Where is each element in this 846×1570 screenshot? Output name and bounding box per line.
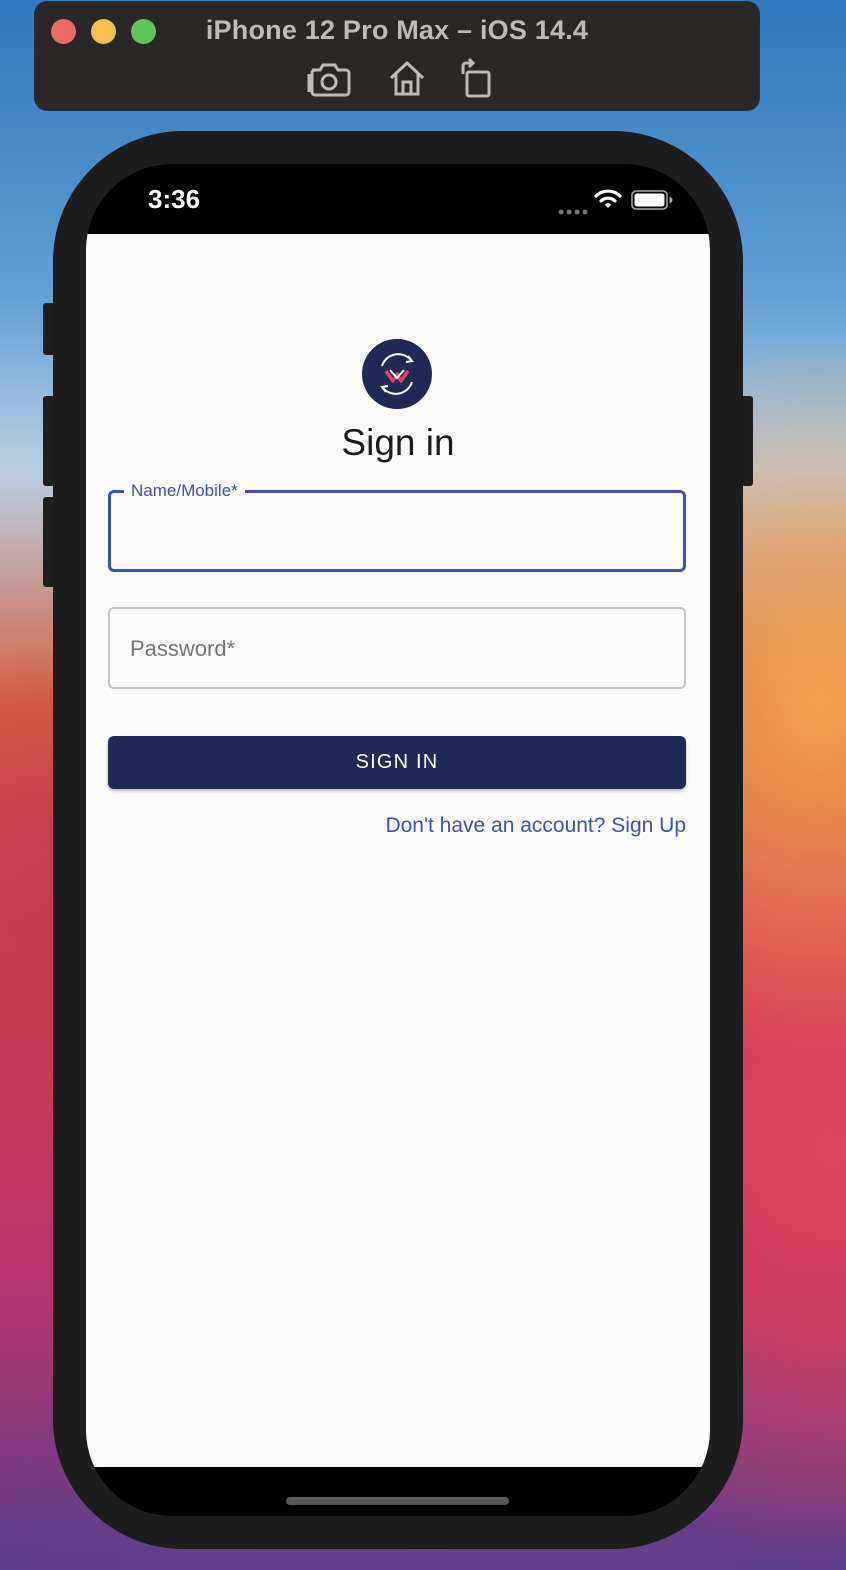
page-title: Sign in [341,422,455,463]
sign-in-button[interactable]: SIGN IN [108,736,686,789]
password-input[interactable] [128,609,672,689]
home-indicator [286,1497,509,1505]
simulator-toolbar: iPhone 12 Pro Max – iOS 14.4 [35,2,759,110]
status-time: 3:36 [148,184,201,214]
battery-icon [631,190,673,215]
wifi-icon [594,188,622,215]
simulator-tools [307,57,507,103]
signal-dots-icon [558,202,588,220]
rotate-icon[interactable] [459,57,495,105]
password-field[interactable] [108,607,686,689]
device-screen: 3:36 Sign in Name/Mobile* SIGN IN Don't … [86,164,710,1516]
sign-up-link[interactable]: Don't have an account? Sign Up [385,814,686,838]
home-icon[interactable] [387,58,427,103]
camera-icon[interactable] [307,58,351,103]
name-mobile-input[interactable] [129,493,673,571]
app-content: Sign in Name/Mobile* SIGN IN Don't have … [86,234,710,1467]
notch [243,164,551,212]
name-mobile-field[interactable]: Name/Mobile* [108,481,686,572]
simulator-title: iPhone 12 Pro Max – iOS 14.4 [205,15,589,45]
app-logo-icon [362,339,432,409]
